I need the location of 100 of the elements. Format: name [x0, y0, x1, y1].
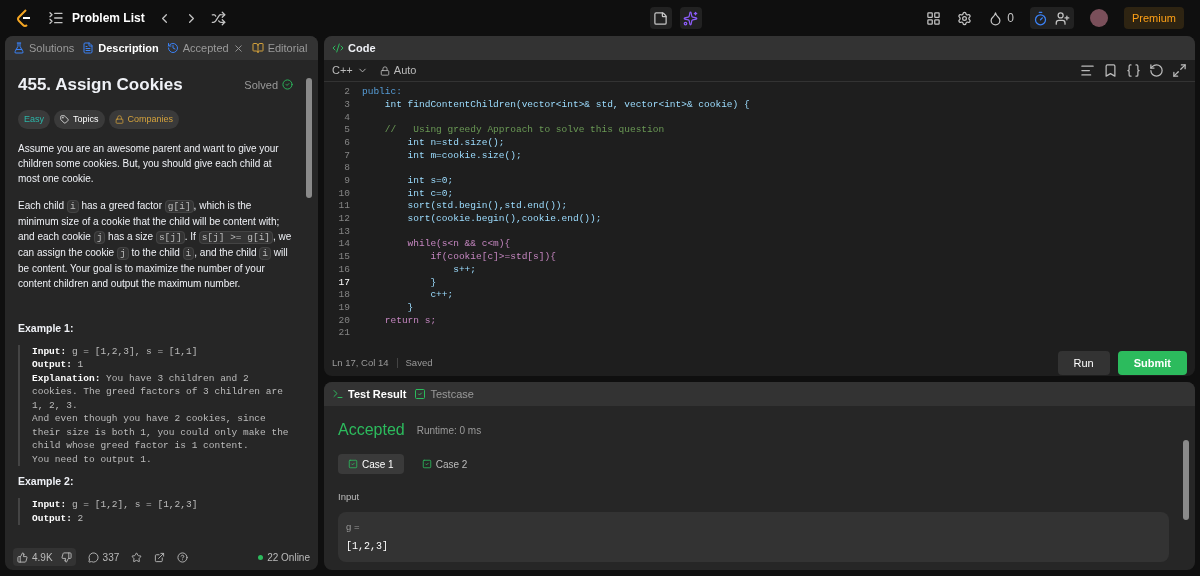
line-number: 15: [337, 250, 350, 265]
flask-icon: [13, 42, 25, 54]
code-line: int n=std.size();: [406, 135, 505, 150]
code-line: int s=0;: [406, 174, 454, 189]
example-heading: Example 2:: [18, 474, 75, 490]
line-number: 8: [343, 161, 350, 176]
line-number: 6: [343, 135, 350, 150]
line-number: 2: [343, 85, 350, 100]
example-line: Explanation: You have 3 children and 2 cookies. The greed factors of 3 children are 1, 2, 3.: [32, 371, 284, 413]
panel-tab[interactable]: Solutions: [29, 39, 75, 57]
input-value: [1,2,3]: [346, 539, 389, 554]
description-paragraph: Each child i has a greed factor g[i] , which is the minimum size of a cookie that the child will be content with; and each cookie j has a size s[j] . If s[j] >= g[i] , we can assign the cookie j to the child i , and the child i will be content. Your goal is to maximize the number of your content children and output the maximum number.: [18, 199, 293, 291]
problem-title: 455. Assign Cookies: [18, 74, 183, 96]
sparkle-button[interactable]: [680, 7, 702, 29]
lock-icon: [379, 65, 390, 76]
line-number: 18: [337, 288, 350, 303]
example-line: You need to output 1.: [32, 452, 153, 467]
line-number: 21: [337, 326, 350, 341]
comments-button[interactable]: 337: [87, 549, 120, 565]
add-user-icon: [1055, 10, 1071, 26]
thumbs-up-icon: [17, 551, 28, 563]
line-number: 11: [337, 199, 350, 214]
runtime-text: Runtime: 0 ms: [416, 423, 482, 438]
code-line: return s;: [383, 313, 437, 328]
case-tab[interactable]: Case 2: [411, 454, 478, 474]
input-name: g =: [346, 520, 361, 535]
panel-tab[interactable]: Accepted: [182, 39, 229, 57]
example-line: Input: g = [1,2], s = [1,2,3]: [32, 498, 199, 512]
document-icon: [82, 42, 95, 54]
code-line: public:: [362, 85, 402, 100]
premium-button[interactable]: Premium: [1124, 7, 1184, 29]
code-line: int c=0;: [406, 186, 454, 201]
online-count: 22 Online: [258, 549, 310, 565]
auto-mode[interactable]: Auto: [379, 62, 417, 79]
cursor-position: Ln 17, Col 14: [332, 355, 389, 370]
share-icon[interactable]: [154, 551, 166, 563]
panel-tab[interactable]: Editorial: [267, 39, 308, 57]
lock-icon: [114, 114, 124, 124]
comment-icon: [87, 551, 99, 563]
code-line: // Using greedy Approach to solve this question: [383, 123, 665, 138]
checkbox-icon: [348, 459, 358, 469]
line-number: 20: [337, 313, 350, 328]
run-button[interactable]: Run: [1057, 351, 1110, 375]
code-icon: [332, 42, 344, 54]
panel-title: Code: [348, 40, 376, 56]
tag-icon: [60, 114, 69, 124]
streak-count: 0: [1007, 10, 1014, 27]
help-icon[interactable]: [177, 551, 189, 563]
save-status: Saved: [405, 355, 433, 370]
topic-tag[interactable]: Topics: [54, 109, 105, 129]
solved-status: Solved: [244, 76, 293, 93]
example-line: Input: g = [1,2,3], s = [1,1]: [32, 344, 199, 359]
difficulty-tag[interactable]: Easy: [18, 109, 50, 129]
line-number: 17: [337, 275, 350, 290]
code-line: int m=cookie.size();: [406, 148, 522, 163]
code-line: sort(std.begin(),std.end());: [406, 199, 568, 214]
close-icon[interactable]: [232, 42, 244, 54]
note-button[interactable]: [650, 7, 672, 29]
example-line: Output: 1: [32, 358, 85, 372]
code-line: if(cookie[c]>=std[s]){: [429, 250, 556, 265]
example-line: Output: 2: [32, 511, 85, 525]
timer-icon: [1033, 10, 1049, 26]
accepted-verdict: Accepted: [338, 420, 405, 440]
line-number: 16: [337, 262, 350, 277]
code-line: int findContentChildren(vector<int>& std, vector<int>& cookie) {: [383, 97, 750, 112]
case-tab[interactable]: Case 1: [338, 454, 404, 474]
code-line: }: [406, 300, 414, 315]
language-dropdown[interactable]: C++: [332, 62, 368, 79]
check-icon: [282, 79, 293, 91]
history-icon: [166, 42, 179, 54]
dislike-icon[interactable]: [60, 551, 72, 563]
book-icon: [251, 42, 264, 54]
line-number: 10: [337, 186, 350, 201]
line-number: 13: [337, 224, 350, 239]
line-number: 14: [337, 237, 350, 252]
line-number: 5: [343, 123, 350, 138]
line-number: 19: [337, 300, 350, 315]
list-icon: [48, 10, 64, 26]
panel-tab[interactable]: Description: [98, 39, 159, 57]
avatar[interactable]: [1090, 9, 1108, 27]
panel-tab[interactable]: Testcase: [414, 385, 474, 403]
line-number: 3: [343, 97, 350, 112]
code-line: s++;: [452, 262, 477, 277]
topic-tag[interactable]: Companies: [108, 109, 180, 129]
checkbox-icon: [414, 388, 427, 400]
input-label: Input: [338, 490, 361, 504]
line-number: 4: [343, 110, 350, 125]
code-line: sort(cookie.begin(),cookie.end());: [406, 212, 602, 227]
checkbox-icon: [421, 459, 432, 469]
star-icon[interactable]: [131, 551, 143, 563]
logo-icon[interactable]: [16, 9, 32, 27]
code-line: c++;: [429, 288, 454, 303]
sparkle-icon: [683, 10, 699, 26]
terminal-icon: [332, 388, 344, 400]
code-line: }: [429, 275, 437, 290]
line-number: 12: [337, 212, 350, 227]
line-number: 9: [343, 174, 350, 189]
problem-list-link[interactable]: Problem List: [72, 9, 145, 27]
panel-tab[interactable]: Test Result: [332, 385, 407, 403]
note-icon: [653, 10, 669, 26]
